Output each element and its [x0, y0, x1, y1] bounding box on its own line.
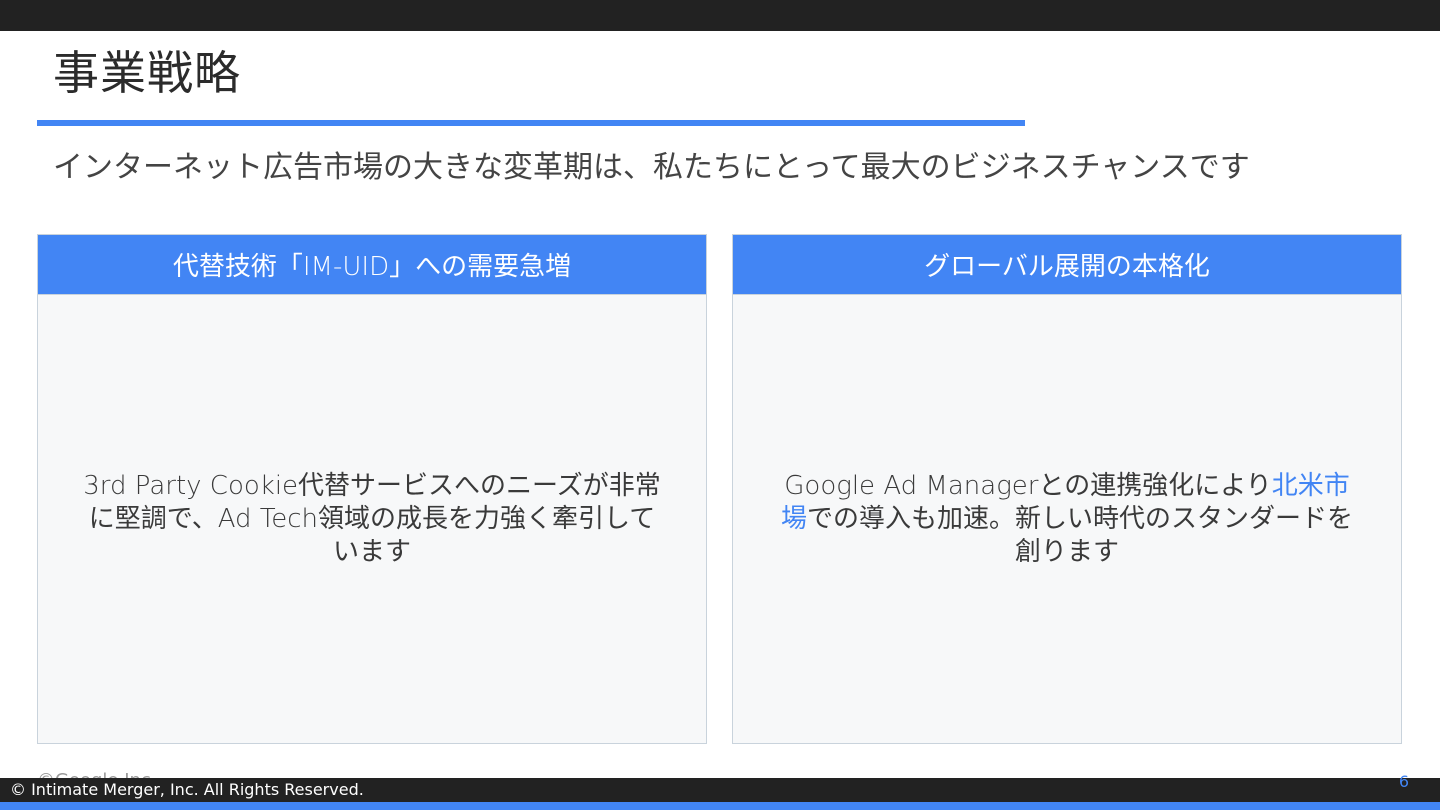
bottom-accent-bar — [0, 802, 1440, 810]
slide: 事業戦略 インターネット広告市場の大きな変革期は、私たちにとって最大のビジネスチ… — [0, 0, 1440, 810]
page-number: 6 — [1398, 772, 1409, 791]
card-body: Google Ad Managerとの連携強化により北米市場での導入も加速。新し… — [733, 295, 1401, 743]
slide-title: 事業戦略 — [53, 46, 241, 100]
card-text: Google Ad Managerとの連携強化により北米市場での導入も加速。新し… — [773, 470, 1361, 569]
card-text: 3rd Party Cookie代替サービスへのニーズが非常に堅調で、Ad Te… — [83, 470, 661, 567]
card-header: 代替技術「IM-UID」への需要急増 — [38, 235, 706, 295]
footer-bar: © Intimate Merger, Inc. All Rights Reser… — [0, 778, 1440, 802]
slide-subtitle: インターネット広告市場の大きな変革期は、私たちにとって最大のビジネスチャンスです — [53, 150, 1250, 185]
card-header: グローバル展開の本格化 — [733, 235, 1401, 295]
card-text-part: での導入も加速。新しい時代のスタンダードを創ります — [807, 503, 1354, 567]
card-global-expansion: グローバル展開の本格化 Google Ad Managerとの連携強化により北米… — [732, 234, 1402, 744]
card-text-part: Google Ad Managerとの連携強化により — [784, 470, 1272, 501]
top-bar — [0, 0, 1440, 31]
copyright-text: © Intimate Merger, Inc. All Rights Reser… — [10, 780, 364, 799]
title-underline — [37, 120, 1025, 126]
card-im-uid: 代替技術「IM-UID」への需要急増 3rd Party Cookie代替サービ… — [37, 234, 707, 744]
card-body: 3rd Party Cookie代替サービスへのニーズが非常に堅調で、Ad Te… — [38, 295, 706, 743]
